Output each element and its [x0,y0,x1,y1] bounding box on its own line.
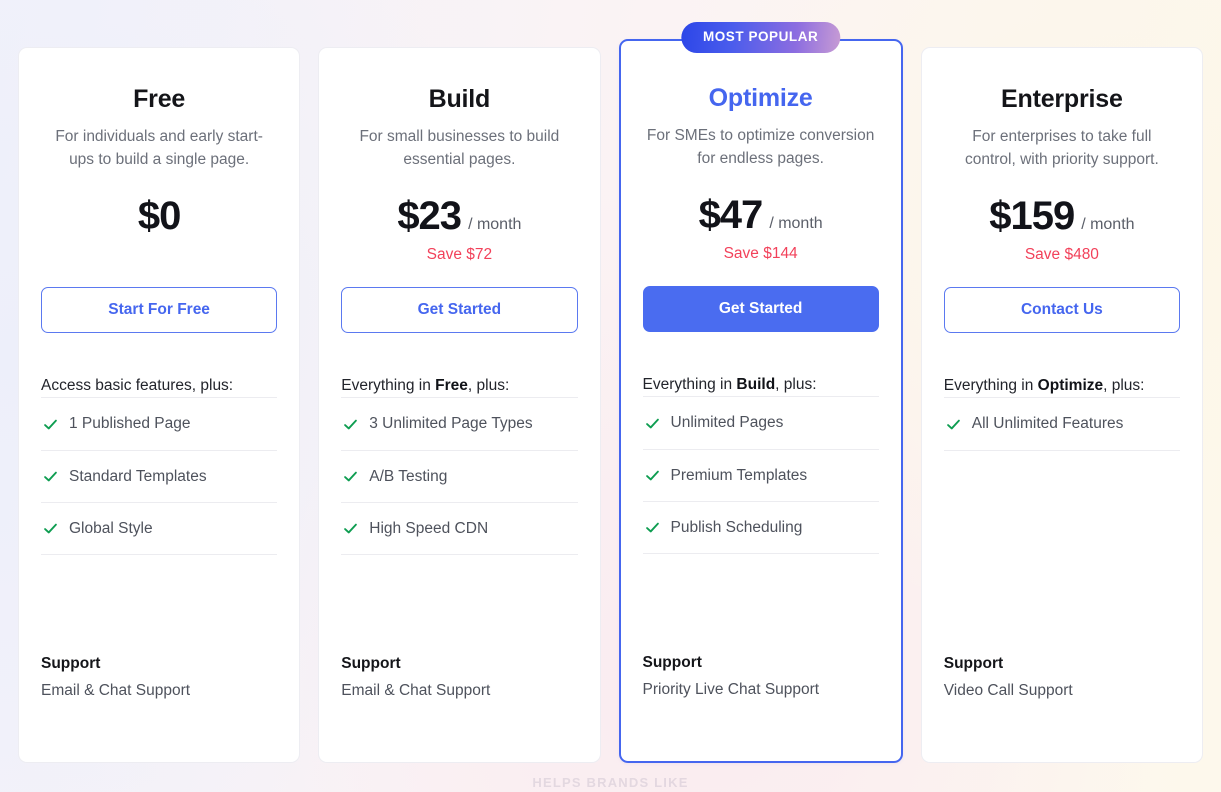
feature-item: All Unlimited Features [943,397,1180,451]
feature-label: 3 Unlimited Page Types [369,415,533,433]
plan-price-row: $47 / month [643,193,879,237]
plan-price-amount: $23 [397,193,462,238]
plan-price-period: / month [1081,215,1135,233]
features-intro: Everything in Free, plus: [341,376,577,397]
feature-label: High Speed CDN [369,519,489,537]
pricing-card-enterprise: Enterprise For enterprises to take full c… [920,47,1203,763]
feature-item: Standard Templates [41,449,278,502]
support-title: Support [642,653,702,671]
support-block: Support Email & Chat Support [341,653,577,762]
check-icon [946,417,961,432]
features-intro-prefix: Everything in [943,377,1038,395]
support-block: Support Priority Live Chat Support [643,652,879,761]
pricing-card-optimize: MOST POPULAR Optimize For SMEs to optimize… [618,22,903,763]
plan-price-period: / month [468,215,522,233]
support-value: Email & Chat Support [341,682,491,700]
plan-save-label: Save $480 [1024,245,1099,263]
plan-name: Free [133,85,186,113]
check-icon [645,468,660,483]
support-title: Support [41,654,101,672]
support-value: Email & Chat Support [41,682,191,700]
check-icon [343,417,358,432]
feature-label: Unlimited Pages [670,414,784,432]
plan-price-amount: $0 [137,193,181,238]
feature-list: 3 Unlimited Page Types A/B Testing High Sp… [341,397,578,555]
feature-label: Global Style [69,519,153,537]
check-icon [343,521,358,536]
feature-item: Global Style [41,501,278,555]
features-intro-suffix: , plus: [467,377,510,395]
plan-name: Optimize [708,84,813,112]
check-icon [43,469,58,484]
features-intro-plan: Build [736,376,776,394]
features-intro-prefix: Everything in [341,377,436,395]
feature-label: All Unlimited Features [971,415,1124,433]
feature-item: Premium Templates [642,448,879,501]
feature-item: Unlimited Pages [642,396,879,448]
support-title: Support [341,654,401,672]
features-intro: Everything in Build, plus: [643,375,879,396]
check-icon [645,520,660,535]
plan-price-row: $159 / month [944,194,1180,238]
feature-list: All Unlimited Features [943,397,1180,451]
support-block: Support Email & Chat Support [41,653,277,762]
feature-item: A/B Testing [341,449,578,502]
plan-description: For enterprises to take full control, wi… [964,128,1159,168]
pricing-plans-container: Free For individuals and early start-ups … [0,0,1221,792]
plan-price-amount: $47 [698,192,764,237]
plan-price-row: $23 / month [341,194,577,238]
check-icon [43,521,58,536]
support-title: Support [943,654,1004,672]
plan-description: For SMEs to optimize conversion for endl… [646,127,875,167]
most-popular-badge: MOST POPULAR [680,22,841,53]
plan-cta-button[interactable]: Contact Us [943,286,1180,334]
feature-label: A/B Testing [369,467,448,485]
features-intro-plan: Optimize [1037,377,1104,395]
features-intro-prefix: Access basic features, plus: [41,377,234,395]
pricing-card-free: Free For individuals and early start-ups … [18,47,301,763]
feature-label: Publish Scheduling [670,518,803,536]
feature-item: High Speed CDN [341,501,578,555]
plan-save-label: Save $72 [426,245,493,263]
features-intro: Access basic features, plus: [41,376,277,397]
features-intro-plan: Free [435,377,468,395]
plan-price-amount: $159 [989,193,1075,238]
plan-price-row: $0 [41,194,277,238]
feature-item: 1 Published Page [41,397,278,449]
plan-description: For small businesses to build essential … [359,128,560,168]
check-icon [43,417,58,432]
plan-name: Build [428,85,491,113]
plan-cta-button[interactable]: Get Started [642,285,879,333]
feature-label: 1 Published Page [69,415,191,433]
pricing-card-build: Build For small businesses to build essen… [318,47,601,763]
feature-label: Premium Templates [670,466,808,484]
feature-item: Publish Scheduling [642,500,879,554]
features-intro-suffix: , plus: [775,376,817,394]
check-icon [343,469,358,484]
support-block: Support Video Call Support [944,653,1180,762]
plan-description: For individuals and early start-ups to b… [55,128,263,168]
plan-cta-button[interactable]: Start For Free [41,286,278,334]
feature-item: 3 Unlimited Page Types [341,397,578,449]
feature-label: Standard Templates [69,467,207,485]
plan-save-label: Save $144 [723,244,798,262]
feature-list: Unlimited Pages Premium Templates Publish … [642,396,879,554]
features-intro-suffix: , plus: [1103,377,1145,395]
plan-cta-button[interactable]: Get Started [341,286,578,334]
feature-list: 1 Published Page Standard Templates Global… [41,397,278,555]
features-intro-prefix: Everything in [642,376,737,394]
check-icon [645,416,660,431]
plan-price-period: / month [769,214,823,232]
features-intro: Everything in Optimize, plus: [944,376,1180,397]
support-value: Priority Live Chat Support [642,681,820,699]
support-value: Video Call Support [943,682,1073,700]
plan-name: Enterprise [1001,85,1123,113]
